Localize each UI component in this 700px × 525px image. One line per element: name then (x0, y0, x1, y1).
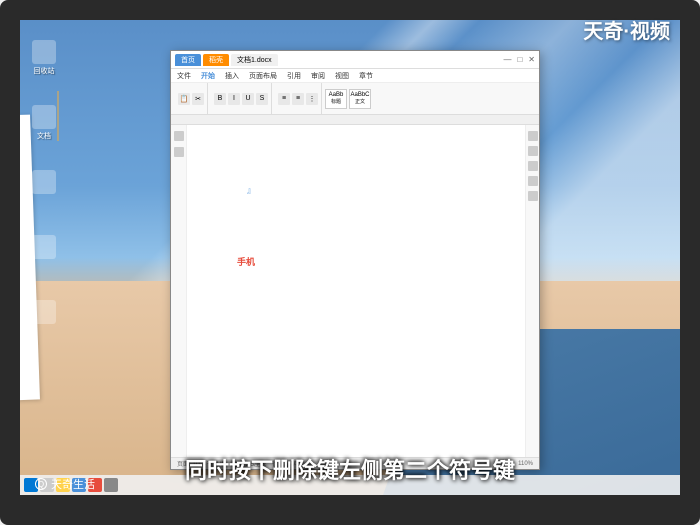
document-page[interactable]: 』 手机 (187, 125, 525, 457)
menu-file[interactable]: 文件 (177, 71, 191, 81)
tab-document[interactable]: 文档1.docx (231, 54, 278, 66)
sidebar-outline-icon[interactable] (174, 147, 184, 157)
bold-button[interactable]: B (214, 93, 226, 105)
tab-home[interactable]: 首页 (175, 54, 201, 66)
sidebar-nav-icon[interactable] (174, 131, 184, 141)
sidebar-tool-icon-3[interactable] (528, 161, 538, 171)
paste-button[interactable]: 📋 (178, 93, 190, 105)
minimize-button[interactable]: — (503, 55, 511, 64)
document-text-red: 手机 (237, 255, 255, 268)
style-heading[interactable]: AaBb标题 (325, 89, 347, 109)
desktop-icon-recycle[interactable]: 回收站 (28, 40, 60, 80)
sidebar-tool-icon-2[interactable] (528, 146, 538, 156)
list-button[interactable]: ⋮ (306, 93, 318, 105)
document-area: 』 手机 (171, 125, 539, 457)
left-sidebar (171, 125, 187, 457)
zoom-level[interactable]: 110% (518, 461, 533, 467)
right-sidebar (525, 125, 539, 457)
tab-docer[interactable]: 稻壳 (203, 54, 229, 66)
desktop-icon-doc[interactable]: 文档 (28, 105, 60, 145)
wps-titlebar[interactable]: 首页 稻壳 文档1.docx — □ ✕ (171, 51, 539, 69)
underline-button[interactable]: U (242, 93, 254, 105)
wps-ribbon: 📋 ✂ B I U S ≡ ≡ ⋮ AaBb标题 AaBbC正文 (171, 83, 539, 115)
menu-section[interactable]: 章节 (359, 71, 373, 81)
ruler[interactable] (171, 115, 539, 125)
desktop-icon-folder[interactable] (28, 170, 60, 210)
wps-application-window: 首页 稻壳 文档1.docx — □ ✕ 文件 开始 插入 页面布局 引用 审阅… (170, 50, 540, 470)
sidebar-tool-icon-4[interactable] (528, 176, 538, 186)
sidebar-tool-icon-5[interactable] (528, 191, 538, 201)
text-cursor-mark: 』 (247, 185, 255, 196)
italic-button[interactable]: I (228, 93, 240, 105)
menu-insert[interactable]: 插入 (225, 71, 239, 81)
menu-reference[interactable]: 引用 (287, 71, 301, 81)
desktop-icon-app2[interactable] (28, 300, 60, 340)
strike-button[interactable]: S (256, 93, 268, 105)
wps-menubar: 文件 开始 插入 页面布局 引用 审阅 视图 章节 (171, 69, 539, 83)
style-body[interactable]: AaBbC正文 (349, 89, 371, 109)
menu-view[interactable]: 视图 (335, 71, 349, 81)
video-subtitle: 同时按下删除键左侧第二个符号键 (185, 453, 515, 485)
align-left-button[interactable]: ≡ (278, 93, 290, 105)
watermark-brand-top: 天奇·视频 (583, 15, 670, 44)
desktop-wallpaper: 回收站 文档 首页 稻壳 文档1.docx — □ ✕ 文件 开始 插入 页面布… (20, 20, 680, 495)
cut-button[interactable]: ✂ (192, 93, 204, 105)
sidebar-tool-icon-1[interactable] (528, 131, 538, 141)
menu-layout[interactable]: 页面布局 (249, 71, 277, 81)
close-button[interactable]: ✕ (528, 55, 535, 64)
menu-review[interactable]: 审阅 (311, 71, 325, 81)
taskbar-app[interactable] (104, 478, 118, 492)
desktop-icon-app1[interactable] (28, 235, 60, 275)
maximize-button[interactable]: □ (517, 55, 522, 64)
watermark-brand-bottom: Q 天奇生活 (35, 476, 95, 492)
desktop-icons-column: 回收站 文档 (28, 40, 60, 340)
align-center-button[interactable]: ≡ (292, 93, 304, 105)
watermark-logo-icon: Q (35, 478, 47, 490)
menu-start[interactable]: 开始 (201, 71, 215, 81)
